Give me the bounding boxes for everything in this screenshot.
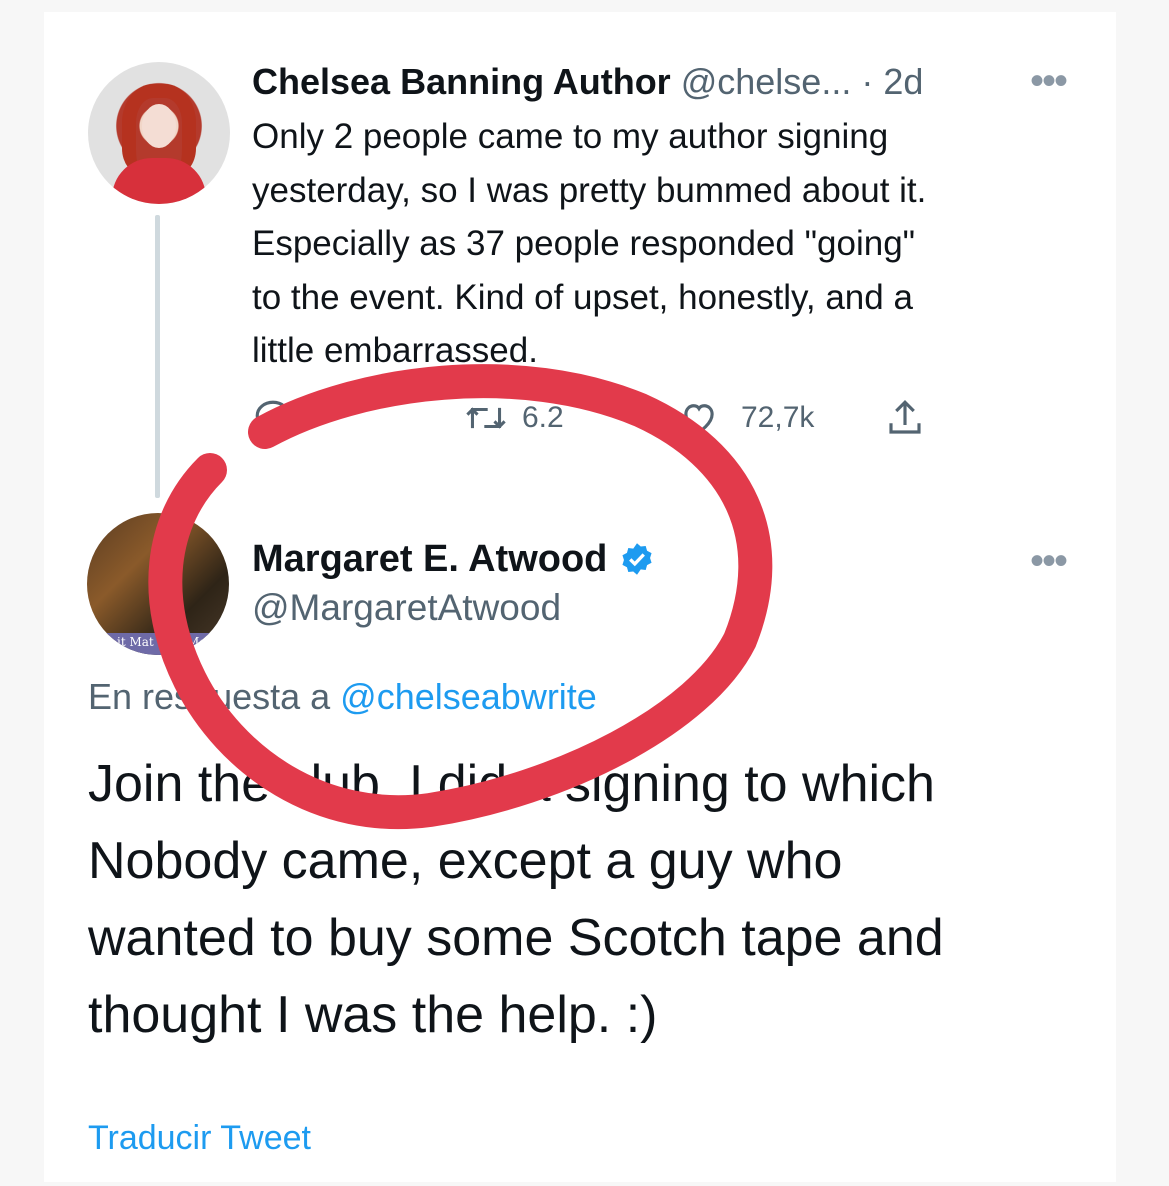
tweet2-author-name[interactable]: Margaret E. Atwood (252, 536, 607, 582)
tweet1-text-line: Especially as 37 people responded "going… (252, 224, 916, 263)
reply-prefix: En respuesta a (88, 676, 341, 717)
tweet2-handle[interactable]: @MargaretAtwood (252, 585, 561, 631)
avatar-face (142, 104, 176, 148)
more-horizontal-icon[interactable]: ••• (1030, 61, 1068, 101)
tweet1-text-line: little embarrassed. (252, 331, 538, 370)
avatar-margaret-atwood[interactable]: it Mat Me. (87, 513, 229, 655)
reply-icon (255, 400, 291, 438)
heart-icon (684, 404, 714, 434)
tweet1-text: Only 2 people came to my author signing … (252, 110, 1082, 378)
avatar-caption-right: Me. (187, 635, 211, 649)
tweet1-text-line: Only 2 people came to my author signing (252, 117, 889, 156)
retweet-count: 6.2 (522, 401, 564, 434)
share-button[interactable] (884, 393, 926, 443)
tweet1-separator: · (851, 61, 884, 102)
tweet2-text-line: Nobody came, except a guy who (88, 832, 843, 890)
tweet1-time[interactable]: 2d (883, 61, 923, 102)
retweet-button[interactable]: 6.2 (464, 393, 564, 443)
tweet2-text-line: wanted to buy some Scotch tape and (88, 909, 944, 967)
tweet1-handle[interactable]: @chelse... (681, 61, 852, 102)
tweet2-author-row: Margaret E. Atwood (252, 536, 655, 582)
share-icon (889, 400, 921, 434)
like-button[interactable]: 72,7k (677, 393, 814, 443)
reply-context: En respuesta a @chelseabwrite (88, 674, 597, 720)
avatar-caption-left: it Mat (117, 635, 154, 649)
tweet2-text: Join the club. I did a signing to which … (88, 746, 1088, 1054)
retweet-icon (466, 407, 506, 429)
tweet1-author-name[interactable]: Chelsea Banning Author (252, 61, 671, 102)
avatar-chelsea[interactable] (88, 62, 230, 204)
translate-tweet-link[interactable]: Traducir Tweet (88, 1116, 311, 1160)
tweet1-action-bar: 6.2 72,7k (252, 393, 952, 443)
reply-button[interactable] (252, 393, 304, 443)
tweet2-text-line: Join the club. I did a signing to which (88, 755, 935, 813)
thread-connector-line (155, 215, 160, 498)
tweet2-text-line: thought I was the help. :) (88, 986, 658, 1044)
avatar-banner: it Mat Me. (87, 633, 229, 655)
tweet1-header: Chelsea Banning Author @chelse... · 2d (252, 60, 923, 104)
like-count: 72,7k (741, 401, 815, 434)
tweet1-text-line: to the event. Kind of upset, honestly, a… (252, 277, 913, 317)
more-horizontal-icon[interactable]: ••• (1030, 541, 1068, 581)
verified-badge-icon (622, 543, 652, 575)
tweet1-text-line: yesterday, so I was pretty bummed about … (252, 170, 927, 210)
reply-target-link[interactable]: @chelseabwrite (340, 676, 597, 717)
